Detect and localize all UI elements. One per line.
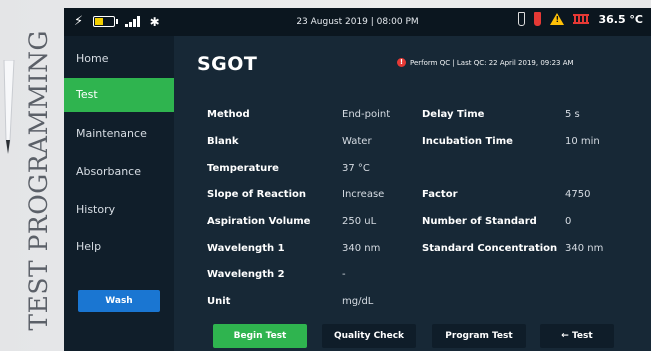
param-value[interactable]: Increase xyxy=(342,189,384,200)
param-label: Slope of Reaction xyxy=(207,189,306,200)
param-value[interactable]: 340 nm xyxy=(565,243,603,254)
param-label: Temperature xyxy=(207,163,279,174)
param-label: Number of Standard xyxy=(422,216,537,227)
reagent-tube-icon xyxy=(518,12,526,26)
nav-test[interactable]: Test xyxy=(64,78,174,112)
param-value[interactable]: End-point xyxy=(342,109,390,120)
begin-test-button[interactable]: Begin Test xyxy=(213,324,307,348)
device-screen: ⚡ ✱ 23 August 2019 | 08:00 PM ! 36.5 °C … xyxy=(64,8,651,351)
param-value[interactable]: 10 min xyxy=(565,136,600,147)
heater-icon xyxy=(573,14,590,24)
warning-icon: ! xyxy=(550,13,565,25)
param-value[interactable]: 0 xyxy=(565,216,571,227)
param-label: Factor xyxy=(422,189,458,200)
param-label: Aspiration Volume xyxy=(207,216,311,227)
param-value[interactable]: 4750 xyxy=(565,189,590,200)
param-value[interactable]: 340 nm xyxy=(342,243,380,254)
stylus-pen-icon xyxy=(3,60,15,154)
param-value[interactable]: 5 s xyxy=(565,109,580,120)
nav-home[interactable]: Home xyxy=(64,42,174,76)
param-label: Wavelength 2 xyxy=(207,269,285,280)
nav-maintenance[interactable]: Maintenance xyxy=(64,117,174,151)
temperature-readout: 36.5 °C xyxy=(598,12,643,26)
main-panel: SGOT ! Perform QC | Last QC: 22 April 20… xyxy=(174,36,651,351)
nav-history[interactable]: History xyxy=(64,193,174,227)
sidebar: Home Test Maintenance Absorbance History… xyxy=(64,36,174,351)
red-tube-icon xyxy=(534,12,542,26)
nav-absorbance[interactable]: Absorbance xyxy=(64,155,174,189)
param-label: Method xyxy=(207,109,250,120)
side-caption-text: TEST PROGRAMMING xyxy=(23,29,53,331)
wash-button[interactable]: Wash xyxy=(78,290,160,312)
param-value[interactable]: 37 °C xyxy=(342,163,370,174)
program-test-button[interactable]: Program Test xyxy=(432,324,526,348)
back-to-test-button[interactable]: ← Test xyxy=(540,324,614,348)
nav-help[interactable]: Help xyxy=(64,230,174,264)
qc-notice[interactable]: ! Perform QC | Last QC: 22 April 2019, 0… xyxy=(397,58,574,67)
param-label: Standard Concentration xyxy=(422,243,558,254)
param-label: Delay Time xyxy=(422,109,485,120)
action-bar: Begin Test Quality Check Program Test ← … xyxy=(174,324,651,350)
quality-check-button[interactable]: Quality Check xyxy=(322,324,416,348)
status-bar: ⚡ ✱ 23 August 2019 | 08:00 PM ! 36.5 °C xyxy=(64,8,651,36)
param-value[interactable]: - xyxy=(342,269,346,280)
param-value[interactable]: Water xyxy=(342,136,372,147)
param-value[interactable]: 250 uL xyxy=(342,216,376,227)
param-label: Unit xyxy=(207,296,231,307)
qc-notice-text: Perform QC | Last QC: 22 April 2019, 09:… xyxy=(410,58,574,67)
param-label: Blank xyxy=(207,136,239,147)
status-right-icons: ! 36.5 °C xyxy=(518,12,643,26)
param-label: Wavelength 1 xyxy=(207,243,285,254)
side-caption: TEST PROGRAMMING xyxy=(18,29,58,331)
alert-dot-icon: ! xyxy=(397,58,406,67)
param-value[interactable]: mg/dL xyxy=(342,296,373,307)
param-label: Incubation Time xyxy=(422,136,513,147)
test-name-title: SGOT xyxy=(197,53,258,75)
